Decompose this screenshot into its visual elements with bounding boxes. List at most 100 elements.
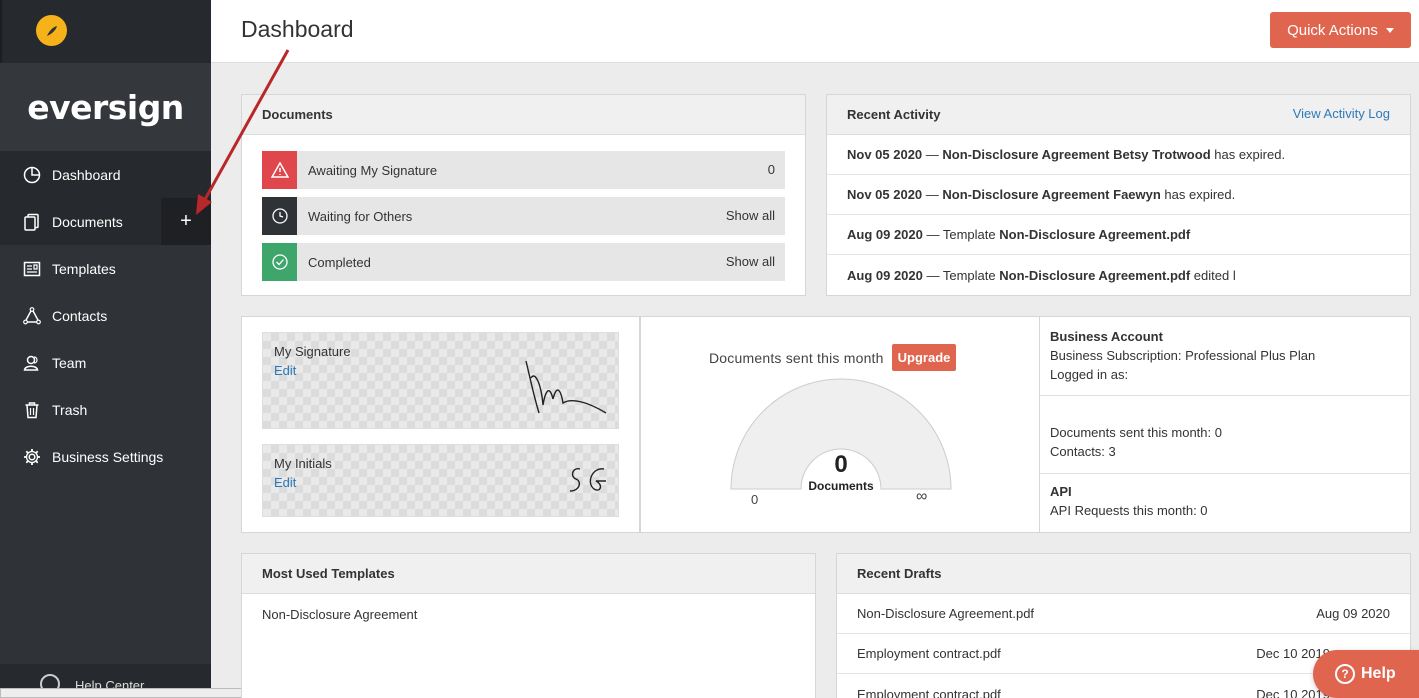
api-section: API API Requests this month: 0 bbox=[1040, 474, 1411, 532]
activity-separator: — bbox=[922, 147, 943, 162]
most-used-templates-panel: Most Used Templates Non-Disclosure Agree… bbox=[241, 553, 816, 698]
upgrade-button[interactable]: Upgrade bbox=[891, 344, 957, 371]
activity-row[interactable]: Aug 09 2020 — Template Non-Disclosure Ag… bbox=[827, 215, 1410, 255]
documents-panel-title: Documents bbox=[242, 95, 805, 135]
quick-actions-button[interactable]: Quick Actions bbox=[1270, 12, 1411, 48]
business-account-title: Business Account bbox=[1050, 329, 1163, 344]
help-label: Help bbox=[1361, 665, 1396, 682]
activity-text: edited l bbox=[1190, 267, 1236, 283]
pie-chart-icon bbox=[22, 165, 42, 185]
row-label: Waiting for Others bbox=[308, 208, 413, 224]
gauge-min: 0 bbox=[751, 492, 759, 507]
row-count: 0 bbox=[767, 162, 775, 177]
logged-in-as: Logged in as: bbox=[1050, 367, 1129, 382]
check-circle-icon bbox=[262, 243, 297, 281]
gear-icon bbox=[22, 447, 42, 467]
show-all-link[interactable]: Show all bbox=[726, 208, 775, 223]
template-name: Non-Disclosure Agreement bbox=[262, 606, 418, 622]
gauge-title: Documents sent this month bbox=[709, 349, 884, 366]
sidebar-item-dashboard[interactable]: Dashboard bbox=[0, 151, 211, 198]
header: Dashboard Quick Actions bbox=[211, 0, 1419, 63]
warning-icon bbox=[262, 151, 297, 189]
gauge-value: 0 bbox=[834, 451, 848, 478]
sidebar-top bbox=[0, 0, 211, 63]
edit-signature-link[interactable]: Edit bbox=[274, 363, 296, 378]
question-icon: ? bbox=[1335, 664, 1355, 684]
documents-gauge-panel: Documents sent this month Upgrade 0 Docu… bbox=[640, 316, 1040, 533]
sidebar-item-label: Contacts bbox=[52, 307, 108, 324]
chevron-down-icon bbox=[1385, 27, 1394, 33]
recent-activity-panel: Recent Activity View Activity Log Nov 05… bbox=[826, 94, 1411, 296]
activity-text: has expired. bbox=[1210, 147, 1286, 162]
gauge-unit: Documents bbox=[808, 479, 874, 493]
documents-sent-count: Documents sent this month: 0 bbox=[1050, 425, 1222, 440]
brand-name: eversign bbox=[27, 87, 184, 127]
sidebar-item-templates[interactable]: Templates bbox=[0, 245, 211, 292]
contacts-count: Contacts: 3 bbox=[1050, 444, 1116, 459]
activity-row[interactable]: Nov 05 2020 — Non-Disclosure Agreement F… bbox=[827, 175, 1410, 215]
draft-row[interactable]: Non-Disclosure Agreement.pdf Aug 09 2020 bbox=[837, 594, 1410, 634]
documents-panel: Documents Awaiting My Signature 0 Waitin… bbox=[241, 94, 806, 296]
draft-date: Aug 09 2020 bbox=[1316, 606, 1390, 621]
sidebar-item-business-settings[interactable]: Business Settings bbox=[0, 433, 211, 480]
activity-separator: — Template bbox=[922, 227, 1000, 242]
draft-name: Non-Disclosure Agreement.pdf bbox=[857, 606, 1035, 621]
sidebar-item-label: Templates bbox=[52, 260, 116, 277]
show-all-link[interactable]: Show all bbox=[726, 254, 775, 269]
brand-logo[interactable]: eversign bbox=[0, 63, 211, 151]
view-activity-log-link[interactable]: View Activity Log bbox=[1293, 106, 1390, 121]
sidebar-item-documents[interactable]: Documents + bbox=[0, 198, 211, 245]
page-title: Dashboard bbox=[241, 16, 354, 42]
sidebar-item-label: Dashboard bbox=[52, 166, 121, 183]
my-initials-box[interactable]: My Initials Edit bbox=[262, 444, 619, 517]
usage-section: Documents sent this month: 0 Contacts: 3 bbox=[1040, 396, 1411, 474]
activity-row[interactable]: Aug 09 2020 — Template Non-Disclosure Ag… bbox=[827, 255, 1410, 295]
activity-date: Aug 09 2020 bbox=[847, 227, 923, 242]
sidebar-nav: Dashboard Documents + Templates Contacts… bbox=[0, 151, 211, 480]
activity-document: Non-Disclosure Agreement.pdf bbox=[999, 227, 1191, 242]
business-account-panel: Business Account Business Subscription: … bbox=[1039, 316, 1411, 533]
activity-text: has expired. bbox=[1160, 187, 1236, 202]
new-document-button[interactable]: + bbox=[161, 198, 211, 245]
templates-icon bbox=[22, 259, 42, 279]
recent-activity-title: Recent Activity bbox=[847, 107, 941, 122]
gauge-header: Documents sent this month Upgrade bbox=[709, 344, 957, 371]
sidebar-item-contacts[interactable]: Contacts bbox=[0, 292, 211, 339]
app-logo-icon[interactable] bbox=[36, 15, 67, 46]
gauge-max: ∞ bbox=[916, 488, 928, 505]
sidebar-item-label: Team bbox=[52, 354, 87, 371]
api-requests: API Requests this month: 0 bbox=[1050, 503, 1208, 518]
sidebar-item-trash[interactable]: Trash bbox=[0, 386, 211, 433]
waiting-for-others-row[interactable]: Waiting for Others Show all bbox=[262, 197, 785, 235]
completed-row[interactable]: Completed Show all bbox=[262, 243, 785, 281]
contacts-icon bbox=[22, 306, 42, 326]
recent-drafts-title: Recent Drafts bbox=[837, 554, 1410, 594]
template-row[interactable]: Non-Disclosure Agreement bbox=[242, 594, 815, 634]
draft-name: Employment contract.pdf bbox=[857, 686, 1001, 698]
my-signature-label: My Signature bbox=[274, 344, 351, 359]
documents-icon bbox=[22, 212, 42, 232]
recent-activity-header: Recent Activity View Activity Log bbox=[827, 95, 1410, 135]
api-title: API bbox=[1050, 484, 1072, 499]
draft-name: Employment contract.pdf bbox=[857, 646, 1001, 661]
awaiting-signature-row[interactable]: Awaiting My Signature 0 bbox=[262, 151, 785, 189]
sidebar-item-label: Trash bbox=[52, 401, 88, 418]
activity-document: Non-Disclosure Agreement.pdf bbox=[999, 267, 1191, 283]
quick-actions-label: Quick Actions bbox=[1287, 21, 1378, 39]
activity-separator: — bbox=[922, 187, 943, 202]
business-account-section: Business Account Business Subscription: … bbox=[1040, 317, 1411, 396]
my-signature-box[interactable]: My Signature Edit bbox=[262, 332, 619, 429]
team-icon bbox=[22, 353, 42, 373]
sidebar-item-team[interactable]: Team bbox=[0, 339, 211, 386]
activity-row[interactable]: Nov 05 2020 — Non-Disclosure Agreement B… bbox=[827, 135, 1410, 175]
activity-separator: — Template bbox=[922, 267, 1000, 283]
activity-document: Non-Disclosure Agreement Faewyn bbox=[942, 187, 1161, 202]
activity-date: Nov 05 2020 bbox=[847, 147, 923, 162]
clock-icon bbox=[262, 197, 297, 235]
edit-initials-link[interactable]: Edit bbox=[274, 475, 296, 490]
help-button[interactable]: ? Help bbox=[1313, 650, 1419, 698]
sidebar: eversign Dashboard Documents + Templates… bbox=[0, 0, 211, 698]
my-initials-label: My Initials bbox=[274, 456, 332, 471]
initials-image bbox=[569, 468, 606, 492]
activity-document: Non-Disclosure Agreement Betsy Trotwood bbox=[942, 147, 1211, 162]
